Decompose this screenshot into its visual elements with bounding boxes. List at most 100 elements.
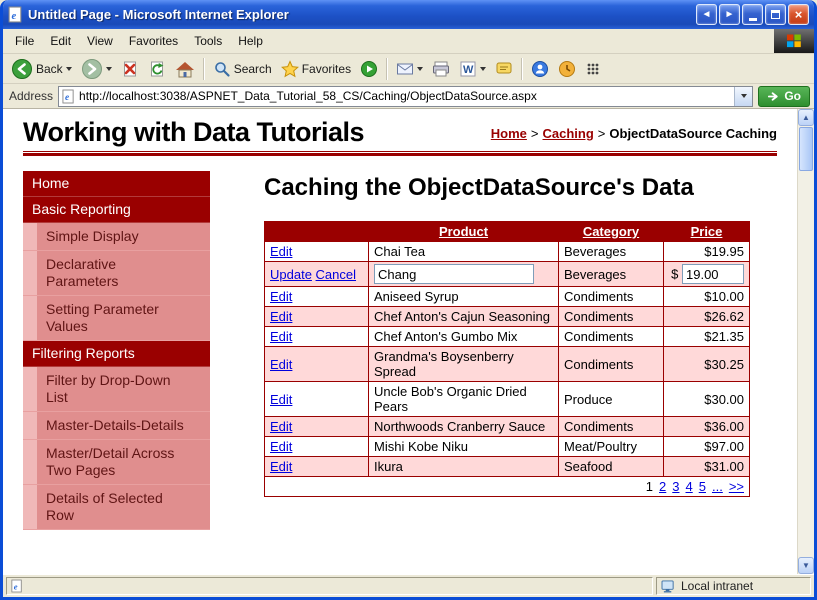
pager-page-3-link[interactable]: 3 — [672, 479, 679, 494]
menu-tools[interactable]: Tools — [186, 30, 230, 52]
category-cell: Condiments — [559, 347, 664, 382]
sort-category-link[interactable]: Category — [583, 224, 639, 239]
price-edit-input[interactable] — [682, 264, 744, 284]
menu-favorites[interactable]: Favorites — [121, 30, 186, 52]
nav-indent — [23, 440, 37, 484]
price-cell: $19.95 — [664, 242, 750, 262]
product-cell: Chai Tea — [369, 242, 559, 262]
forward-dropdown-caret-icon[interactable] — [106, 67, 112, 71]
search-label: Search — [234, 62, 272, 76]
toolbar-separator — [386, 58, 388, 80]
category-cell: Condiments — [559, 287, 664, 307]
sidebar-item-declarative-parameters[interactable]: Declarative Parameters — [23, 251, 210, 296]
forward-button[interactable] — [77, 56, 116, 82]
mail-dropdown-caret-icon[interactable] — [417, 67, 423, 71]
edit-link[interactable]: Edit — [270, 419, 292, 434]
update-link[interactable]: Update — [270, 267, 312, 282]
print-button[interactable] — [428, 58, 454, 80]
sidebar-item-filter-by-dropdown-list[interactable]: Filter by Drop-Down List — [23, 367, 210, 412]
sidebar-item-master-detail-across-two-pages[interactable]: Master/Detail Across Two Pages — [23, 440, 210, 485]
security-zone-label: Local intranet — [681, 579, 753, 593]
media-button[interactable] — [356, 58, 382, 80]
breadcrumb-caching-link[interactable]: Caching — [543, 126, 594, 141]
go-button[interactable]: Go — [758, 86, 810, 107]
edit-link[interactable]: Edit — [270, 439, 292, 454]
favorites-label: Favorites — [302, 62, 351, 76]
titlebar[interactable]: e Untitled Page - Microsoft Internet Exp… — [3, 0, 814, 29]
maximize-button[interactable] — [765, 4, 786, 25]
window-controls: ◄ ► × — [696, 4, 809, 25]
sidebar-item-setting-parameter-values[interactable]: Setting Parameter Values — [23, 296, 210, 341]
pager-page-5-link[interactable]: 5 — [699, 479, 706, 494]
status-bar: e Local intranet — [3, 574, 814, 597]
sidebar-item-home[interactable]: Home — [23, 171, 210, 197]
menu-edit[interactable]: Edit — [42, 30, 79, 52]
links-grid-button[interactable] — [581, 59, 605, 79]
product-edit-input[interactable] — [374, 264, 534, 284]
discuss-button[interactable] — [491, 58, 517, 80]
back-label: Back — [36, 62, 63, 76]
menu-help[interactable]: Help — [230, 30, 271, 52]
cancel-link[interactable]: Cancel — [316, 267, 356, 282]
minimize-button[interactable] — [742, 4, 763, 25]
table-row: Edit Uncle Bob's Organic Dried Pears Pro… — [265, 382, 750, 417]
sort-product-link[interactable]: Product — [439, 224, 488, 239]
status-message-panel: e — [6, 577, 653, 595]
sidebar-item-simple-display[interactable]: Simple Display — [23, 223, 210, 251]
edit-link[interactable]: Edit — [270, 357, 292, 372]
table-row: Edit Aniseed Syrup Condiments $10.00 — [265, 287, 750, 307]
mail-button[interactable] — [392, 58, 427, 80]
edit-link[interactable]: Edit — [270, 289, 292, 304]
page-header: Working with Data Tutorials Home>Caching… — [23, 117, 777, 148]
scrollbar-thumb[interactable] — [799, 127, 813, 171]
sort-price-link[interactable]: Price — [691, 224, 723, 239]
pager-page-4-link[interactable]: 4 — [686, 479, 693, 494]
pager-ellipsis-link[interactable]: ... — [712, 479, 723, 494]
edit-dropdown-caret-icon[interactable] — [480, 67, 486, 71]
titlebar-nav-right-button[interactable]: ► — [719, 4, 740, 25]
grid-header-row: Product Category Price — [265, 222, 750, 242]
scroll-up-button[interactable]: ▲ — [798, 109, 814, 126]
history-button[interactable] — [554, 58, 580, 80]
edit-link[interactable]: Edit — [270, 309, 292, 324]
stop-button[interactable] — [117, 58, 143, 80]
breadcrumb: Home>Caching>ObjectDataSource Caching — [491, 126, 777, 148]
edit-link[interactable]: Edit — [270, 392, 292, 407]
category-cell: Condiments — [559, 327, 664, 347]
pager-page-2-link[interactable]: 2 — [659, 479, 666, 494]
favorites-button[interactable]: Favorites — [277, 58, 355, 80]
back-button[interactable]: Back — [7, 56, 76, 82]
menu-view[interactable]: View — [79, 30, 121, 52]
sidebar-nav: Home Basic Reporting Simple Display Decl… — [23, 171, 210, 530]
edit-link[interactable]: Edit — [270, 244, 292, 259]
sidebar-item-master-details-details[interactable]: Master-Details-Details — [23, 412, 210, 440]
scroll-down-button[interactable]: ▼ — [798, 557, 814, 574]
edit-with-word-button[interactable]: W — [455, 58, 490, 80]
refresh-button[interactable] — [144, 58, 170, 80]
security-zone-panel: Local intranet — [656, 577, 811, 595]
web-page: Working with Data Tutorials Home>Caching… — [3, 109, 797, 574]
products-grid: Product Category Price Edit Chai Tea Bev… — [264, 221, 750, 497]
edit-link[interactable]: Edit — [270, 329, 292, 344]
close-button[interactable]: × — [788, 4, 809, 25]
address-input[interactable] — [79, 88, 730, 105]
product-cell: Ikura — [369, 457, 559, 477]
links-grid-icon — [585, 61, 601, 77]
menu-file[interactable]: File — [7, 30, 42, 52]
pager-next-link[interactable]: >> — [729, 479, 744, 494]
table-row: Edit Chef Anton's Cajun Seasoning Condim… — [265, 307, 750, 327]
titlebar-nav-left-button[interactable]: ◄ — [696, 4, 717, 25]
breadcrumb-home-link[interactable]: Home — [491, 126, 527, 141]
browser-window: e Untitled Page - Microsoft Internet Exp… — [0, 0, 817, 600]
address-box: e — [58, 86, 753, 107]
vertical-scrollbar[interactable]: ▲ ▼ — [797, 109, 814, 574]
local-intranet-icon — [661, 580, 676, 593]
home-button[interactable] — [171, 58, 199, 80]
address-dropdown-button[interactable] — [734, 87, 752, 106]
grid-pager: 12345...>> — [265, 477, 750, 497]
edit-link[interactable]: Edit — [270, 459, 292, 474]
messenger-button[interactable] — [527, 58, 553, 80]
back-dropdown-caret-icon[interactable] — [66, 67, 72, 71]
sidebar-item-details-of-selected-row[interactable]: Details of Selected Row — [23, 485, 210, 530]
search-button[interactable]: Search — [209, 58, 276, 80]
